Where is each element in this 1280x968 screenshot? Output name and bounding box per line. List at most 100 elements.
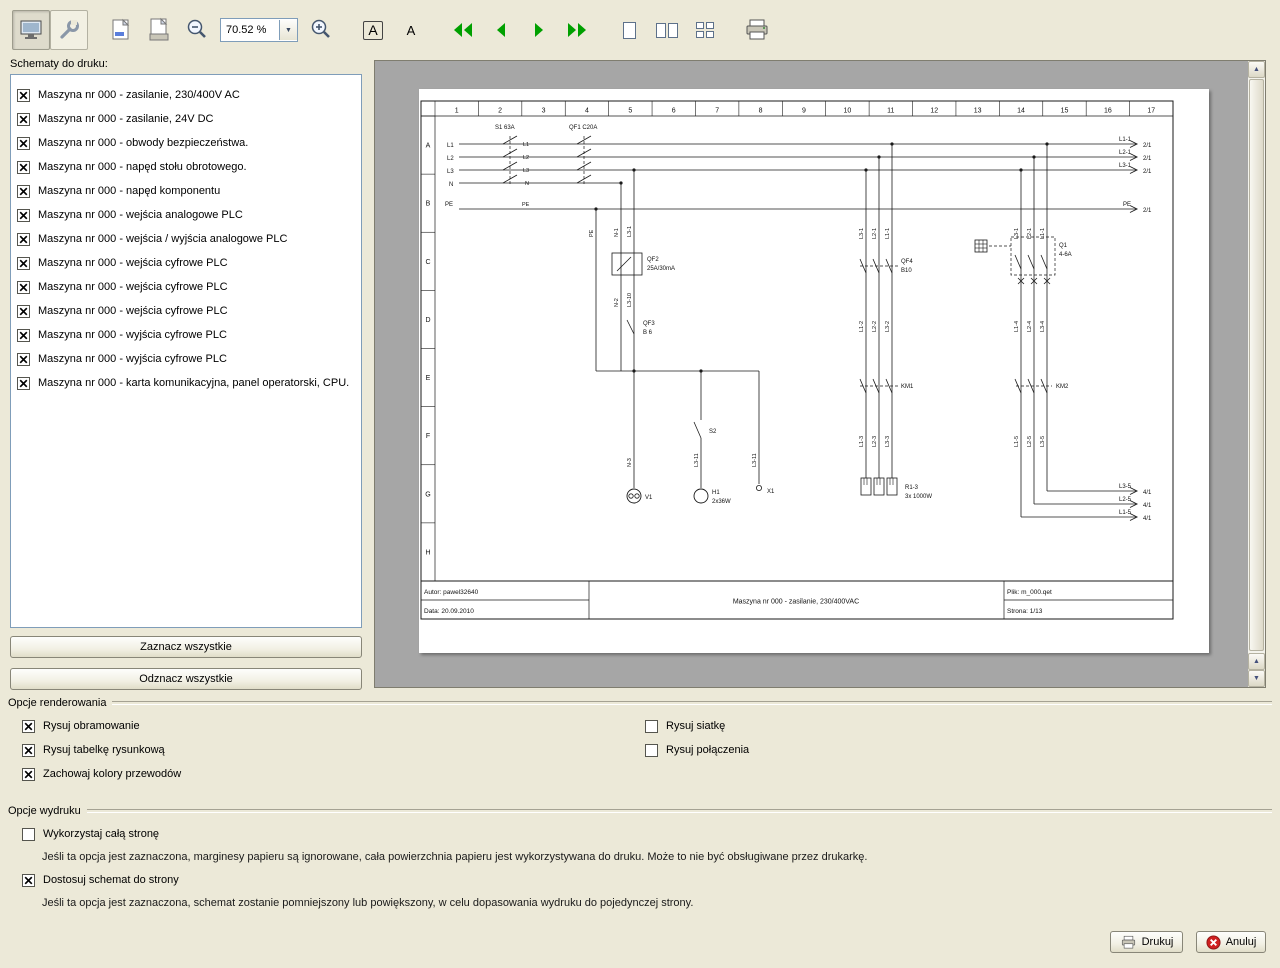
- last-page-button[interactable]: [558, 10, 596, 50]
- scroll-down-button[interactable]: ▼: [1248, 670, 1265, 687]
- print-option-checkbox[interactable]: [22, 828, 35, 841]
- printer-options-button[interactable]: [140, 10, 178, 50]
- svg-text:PE: PE: [522, 202, 530, 208]
- scroll-up-secondary-button[interactable]: ▲: [1248, 653, 1265, 670]
- fit-page-icon: A: [363, 21, 382, 40]
- schematic-item-checkbox[interactable]: [17, 113, 30, 126]
- svg-text:L1-3: L1-3: [859, 436, 865, 447]
- svg-text:L2-3: L2-3: [872, 436, 878, 447]
- print-button[interactable]: Drukuj: [1110, 931, 1183, 953]
- next-page-button[interactable]: [520, 10, 558, 50]
- render-option[interactable]: Rysuj obramowanie: [22, 714, 181, 738]
- schematic-item-checkbox[interactable]: [17, 89, 30, 102]
- zoom-level-combo[interactable]: 70.52 % ▼: [220, 18, 298, 42]
- schematic-list-item[interactable]: Maszyna nr 000 - wejścia cyfrowe PLC: [17, 275, 355, 299]
- render-option-checkbox[interactable]: [22, 768, 35, 781]
- svg-text:2/1: 2/1: [1143, 156, 1152, 162]
- arrow-down-icon: ▼: [1253, 675, 1260, 682]
- render-options-group: Opcje renderowania: [8, 697, 1272, 709]
- render-option[interactable]: Rysuj siatkę: [645, 714, 749, 738]
- svg-text:17: 17: [1147, 108, 1155, 115]
- facing-pages-view-button[interactable]: [648, 10, 686, 50]
- svg-text:X1: X1: [767, 489, 775, 495]
- select-all-button[interactable]: Zaznacz wszystkie: [10, 636, 362, 658]
- svg-text:2/1: 2/1: [1143, 143, 1152, 149]
- schematic-item-checkbox[interactable]: [17, 137, 30, 150]
- print-toolbar-button[interactable]: [738, 10, 776, 50]
- schematic-item-checkbox[interactable]: [17, 281, 30, 294]
- print-option[interactable]: Wykorzystaj całą stronę: [22, 822, 1262, 846]
- preview-mode-button[interactable]: [12, 10, 50, 50]
- schematic-item-label: Maszyna nr 000 - napęd komponentu: [38, 185, 220, 197]
- svg-text:L3-11: L3-11: [752, 453, 758, 467]
- print-option[interactable]: Dostosuj schemat do strony: [22, 868, 1262, 892]
- page-setup-button[interactable]: [102, 10, 140, 50]
- print-option-checkbox[interactable]: [22, 874, 35, 887]
- single-page-view-button[interactable]: [610, 10, 648, 50]
- render-option-checkbox[interactable]: [645, 744, 658, 757]
- schematic-list-item[interactable]: Maszyna nr 000 - obwody bezpieczeństwa.: [17, 131, 355, 155]
- schematic-list-item[interactable]: Maszyna nr 000 - wejścia cyfrowe PLC: [17, 299, 355, 323]
- schematic-list-item[interactable]: Maszyna nr 000 - zasilanie, 24V DC: [17, 107, 355, 131]
- svg-text:R1-3: R1-3: [905, 485, 919, 491]
- schematic-item-checkbox[interactable]: [17, 161, 30, 174]
- render-option[interactable]: Zachowaj kolory przewodów: [22, 762, 181, 786]
- last-page-icon: [566, 22, 588, 38]
- schematic-item-checkbox[interactable]: [17, 185, 30, 198]
- previous-page-button[interactable]: [482, 10, 520, 50]
- first-page-icon: [452, 22, 474, 38]
- preview-page: 1234567891011121314151617ABCDEFGHAutor: …: [419, 89, 1209, 653]
- schematic-list-item[interactable]: Maszyna nr 000 - napęd komponentu: [17, 179, 355, 203]
- svg-text:L2: L2: [523, 155, 529, 161]
- schematic-item-checkbox[interactable]: [17, 305, 30, 318]
- render-option-label: Rysuj obramowanie: [43, 720, 140, 732]
- svg-text:L1: L1: [523, 142, 529, 148]
- svg-text:9: 9: [802, 108, 806, 115]
- svg-text:L1-1: L1-1: [1040, 228, 1046, 239]
- fit-page-button[interactable]: A: [354, 10, 392, 50]
- svg-text:H: H: [425, 549, 430, 556]
- render-option[interactable]: Rysuj tabelkę rysunkową: [22, 738, 181, 762]
- render-options-title: Opcje renderowania: [8, 697, 106, 709]
- schematic-item-checkbox[interactable]: [17, 209, 30, 222]
- vertical-scrollbar[interactable]: ▲ ▲ ▼: [1248, 61, 1265, 687]
- fit-width-button[interactable]: A: [392, 10, 430, 50]
- schematic-item-checkbox[interactable]: [17, 233, 30, 246]
- svg-text:C: C: [425, 259, 430, 266]
- render-option-checkbox[interactable]: [22, 720, 35, 733]
- render-option-checkbox[interactable]: [22, 744, 35, 757]
- schematic-item-checkbox[interactable]: [17, 377, 30, 390]
- render-option-label: Rysuj połączenia: [666, 744, 749, 756]
- zoom-dropdown-button[interactable]: ▼: [279, 20, 297, 40]
- print-settings-button[interactable]: [50, 10, 88, 50]
- render-option[interactable]: Rysuj połączenia: [645, 738, 749, 762]
- schematic-drawing: 1234567891011121314151617ABCDEFGHAutor: …: [419, 89, 1209, 653]
- svg-text:Autor: pawel32640: Autor: pawel32640: [424, 589, 479, 596]
- page-printer-icon: [147, 17, 171, 43]
- schematic-item-checkbox[interactable]: [17, 353, 30, 366]
- svg-text:8: 8: [759, 108, 763, 115]
- schematic-list-item[interactable]: Maszyna nr 000 - napęd stołu obrotowego.: [17, 155, 355, 179]
- schematic-list-item[interactable]: Maszyna nr 000 - wyjścia cyfrowe PLC: [17, 347, 355, 371]
- schematic-item-checkbox[interactable]: [17, 257, 30, 270]
- schematic-list-item[interactable]: Maszyna nr 000 - wejścia / wyjścia analo…: [17, 227, 355, 251]
- zoom-out-button[interactable]: [178, 10, 216, 50]
- grid-view-button[interactable]: [686, 10, 724, 50]
- schematics-list[interactable]: Maszyna nr 000 - zasilanie, 230/400V ACM…: [10, 74, 362, 628]
- fit-width-icon: A: [407, 23, 416, 38]
- single-page-icon: [623, 22, 636, 39]
- schematic-list-item[interactable]: Maszyna nr 000 - karta komunikacyjna, pa…: [17, 371, 355, 395]
- schematic-list-item[interactable]: Maszyna nr 000 - wyjścia cyfrowe PLC: [17, 323, 355, 347]
- cancel-button[interactable]: Anuluj: [1196, 931, 1266, 953]
- schematic-list-item[interactable]: Maszyna nr 000 - zasilanie, 230/400V AC: [17, 83, 355, 107]
- first-page-button[interactable]: [444, 10, 482, 50]
- schematic-list-item[interactable]: Maszyna nr 000 - wejścia cyfrowe PLC: [17, 251, 355, 275]
- render-option-checkbox[interactable]: [645, 720, 658, 733]
- deselect-all-button[interactable]: Odznacz wszystkie: [10, 668, 362, 690]
- zoom-in-button[interactable]: [302, 10, 340, 50]
- scroll-up-button[interactable]: ▲: [1248, 61, 1265, 78]
- svg-text:PE: PE: [1123, 202, 1131, 208]
- schematic-item-checkbox[interactable]: [17, 329, 30, 342]
- scrollbar-thumb[interactable]: [1249, 79, 1264, 651]
- schematic-list-item[interactable]: Maszyna nr 000 - wejścia analogowe PLC: [17, 203, 355, 227]
